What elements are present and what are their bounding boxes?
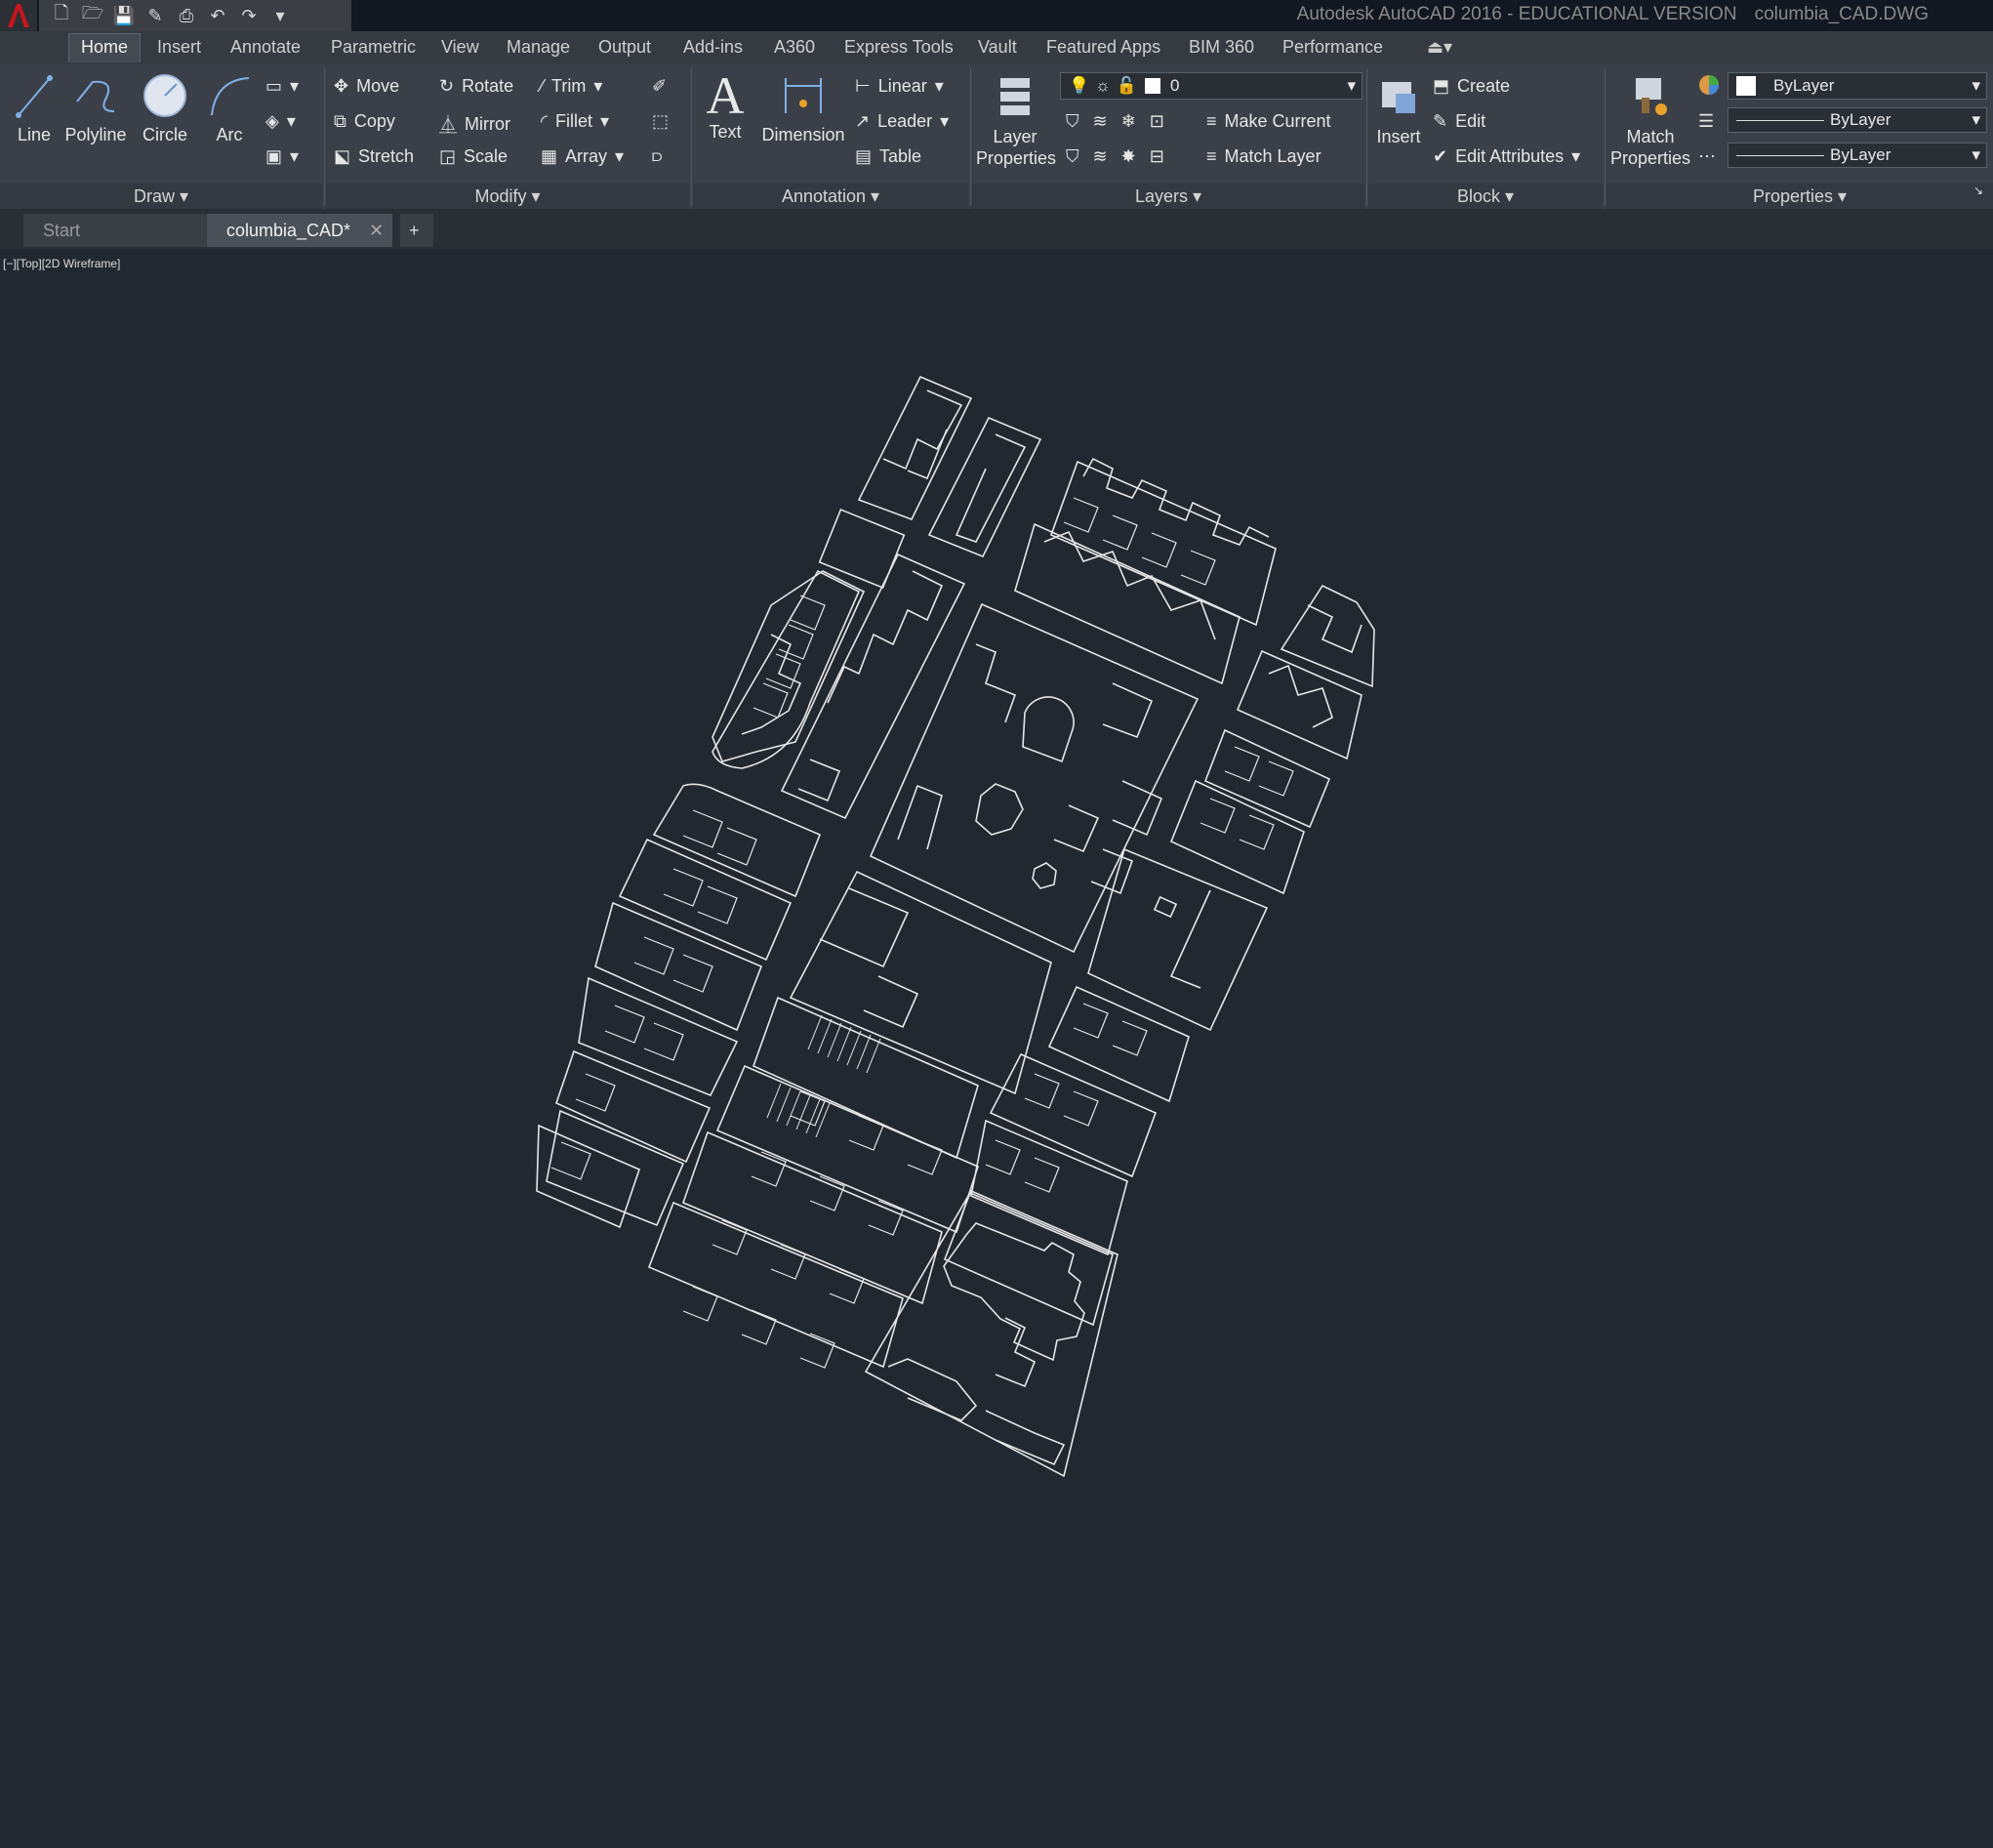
building-block	[712, 569, 861, 769]
building-outline	[995, 1317, 1037, 1388]
small-building	[1032, 862, 1057, 889]
building-block	[647, 1201, 904, 1369]
building-outline	[882, 390, 963, 471]
building-block	[970, 1119, 1128, 1256]
campus-block	[864, 1189, 1119, 1478]
parking-hatch	[766, 1014, 881, 1138]
building-outline	[1102, 682, 1154, 739]
building-outline	[1082, 457, 1270, 546]
building-block	[927, 416, 1042, 558]
building-outline	[1043, 530, 1216, 640]
campus-block	[869, 602, 1200, 954]
building-outline	[955, 433, 1027, 543]
building-block	[1047, 985, 1190, 1103]
building-outline	[1090, 848, 1134, 895]
building-outline	[863, 975, 919, 1029]
building-outline	[1169, 889, 1211, 989]
building-block	[1236, 649, 1363, 760]
building-block	[943, 1191, 1114, 1327]
building-block	[681, 1130, 943, 1305]
building-block	[780, 553, 966, 820]
building-block	[546, 1109, 685, 1227]
building-block	[578, 976, 739, 1097]
dome-building	[1022, 696, 1075, 763]
building-block	[857, 375, 973, 521]
building-block	[1280, 584, 1375, 688]
library-building	[975, 783, 1024, 836]
building-block	[1087, 847, 1269, 1032]
building-block	[1203, 728, 1331, 829]
building-outline	[975, 643, 1017, 723]
site-plan-linework	[536, 375, 1375, 1478]
building-outline	[819, 887, 910, 968]
small-building	[1153, 895, 1178, 919]
building-outline	[1268, 664, 1333, 728]
building-outline	[897, 784, 943, 850]
small-lots	[550, 497, 1294, 1369]
building-outline	[1053, 804, 1100, 853]
building-block	[1049, 460, 1277, 627]
drawing-canvas[interactable]	[0, 0, 1993, 1848]
building-block	[555, 1049, 712, 1164]
cathedral-outline	[943, 1222, 1085, 1362]
building-block	[752, 996, 979, 1160]
building-outline	[797, 759, 841, 802]
building-block	[712, 570, 866, 762]
building-outline	[1307, 604, 1363, 654]
building-outline	[907, 429, 948, 480]
building-outline	[827, 570, 944, 704]
